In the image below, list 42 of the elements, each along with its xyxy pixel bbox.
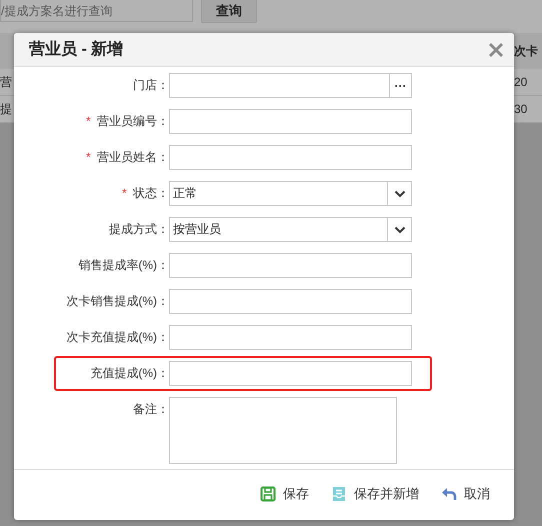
dropdown-button[interactable] [387, 217, 412, 242]
field-label: 次卡销售提成(%)： [66, 294, 169, 308]
field-label: 备注： [133, 402, 169, 416]
table-cell: 营 [0, 74, 12, 90]
chevron-down-icon [394, 226, 406, 234]
table-cell: 提 [0, 101, 12, 117]
field-label: 充值提成(%)： [90, 366, 169, 380]
input-field[interactable] [169, 361, 412, 386]
table-cell-text: 30 [514, 101, 528, 117]
required-mark: * [86, 150, 91, 164]
column-header: 次卡 [514, 43, 539, 59]
required-mark: * [86, 114, 91, 128]
dialog-title: 营业员 - 新增 [29, 40, 124, 60]
select-field[interactable]: 正常 [169, 181, 387, 206]
input-field[interactable] [169, 325, 412, 350]
browse-button[interactable]: ··· [389, 73, 412, 98]
inbox-tray-icon [331, 486, 347, 502]
input-field[interactable] [169, 253, 412, 278]
field-label: 状态： [133, 186, 169, 200]
required-mark: * [122, 186, 127, 200]
field-label: 提成方式： [109, 222, 169, 236]
select-field[interactable]: 按营业员 [169, 217, 387, 242]
remark-field[interactable] [169, 397, 397, 464]
input-field[interactable] [169, 145, 412, 170]
undo-arrow-icon [441, 486, 457, 500]
table-cell-text: 20 [514, 74, 528, 90]
save-and-new-button[interactable]: 保存并新增 [331, 484, 419, 502]
field-label: 次卡充值提成(%)： [66, 330, 169, 344]
save-button[interactable]: 保存 [260, 484, 309, 502]
field-label: 门店： [133, 78, 169, 92]
dropdown-button[interactable] [387, 181, 412, 206]
close-icon[interactable] [488, 42, 504, 58]
chevron-down-icon [394, 190, 406, 198]
field-label: 销售提成率(%)： [78, 258, 169, 272]
field-label: 营业员编号： [97, 114, 169, 128]
search-field[interactable]: /提成方案名进行查询 [0, 0, 193, 22]
cancel-button[interactable]: 取消 [441, 484, 490, 502]
store-field[interactable] [169, 73, 389, 98]
input-field[interactable] [169, 109, 412, 134]
field-label: 营业员姓名： [97, 150, 169, 164]
search-button[interactable]: 查询 [201, 0, 257, 23]
input-field[interactable] [169, 289, 412, 314]
